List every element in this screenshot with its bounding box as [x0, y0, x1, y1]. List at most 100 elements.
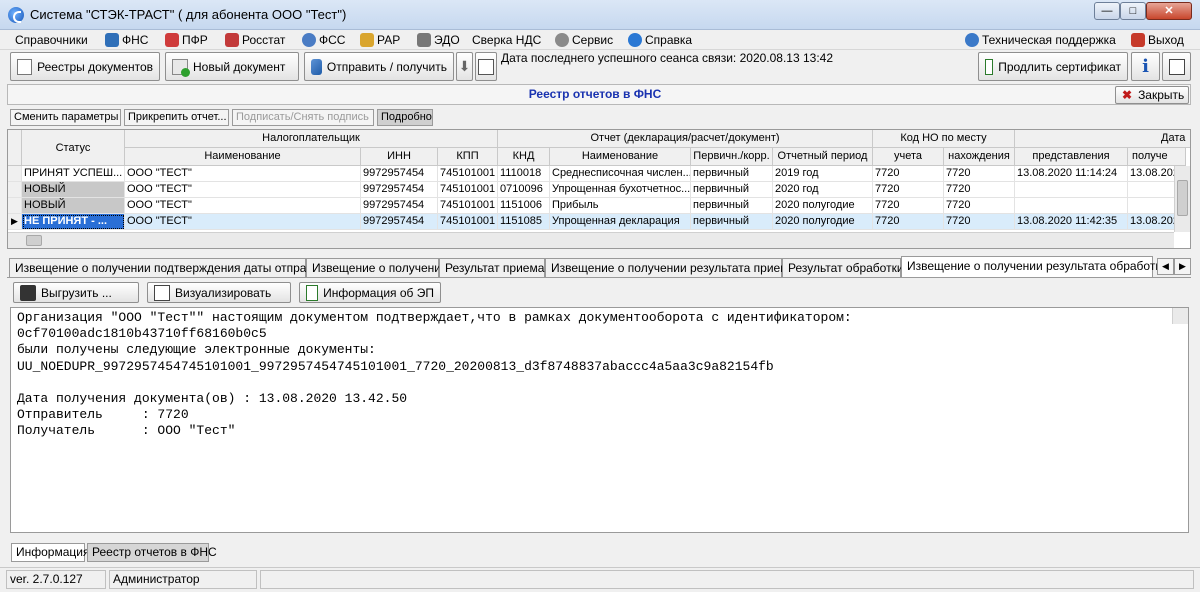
tab-processing-result[interactable]: Результат обработки — [782, 258, 904, 277]
gear-icon — [555, 33, 569, 47]
menu-spravka[interactable]: Справка — [628, 32, 692, 48]
last-session-text: Дата последнего успешного сеанса связи: … — [501, 51, 834, 65]
menu-tech-support[interactable]: Техническая поддержка — [965, 32, 1116, 48]
document-info-button[interactable] — [1162, 52, 1191, 81]
group-taxpayer: Налогоплательщик — [125, 130, 498, 148]
code-accounting-cell: 7720 — [873, 214, 944, 230]
report-name-cell: Среднесписочная числен... — [550, 166, 691, 182]
change-params-button[interactable]: Сменить параметры — [10, 109, 121, 126]
edo-icon — [417, 33, 431, 47]
inn-cell: 9972957454 — [361, 166, 438, 182]
menu-fss[interactable]: ФСС — [302, 32, 345, 48]
group-date: Дата — [1015, 130, 1190, 148]
group-report: Отчет (декларация/расчет/документ) — [498, 130, 873, 148]
inn-cell: 9972957454 — [361, 182, 438, 198]
tab-prev-button[interactable]: ◀ — [1157, 258, 1174, 275]
pfr-icon — [165, 33, 179, 47]
bottom-tab-info[interactable]: Информация — [11, 543, 89, 562]
rar-icon — [360, 33, 374, 47]
col-status[interactable]: Статус — [22, 130, 125, 166]
sync-icon — [311, 58, 322, 75]
grid-horizontal-scrollbar[interactable] — [8, 232, 1174, 248]
date-submitted-cell — [1015, 198, 1128, 214]
menu-servis[interactable]: Сервис — [555, 32, 613, 48]
bottom-tab-fns-registry[interactable]: Реестр отчетов в ФНС — [87, 543, 217, 562]
grid-vertical-scrollbar[interactable] — [1174, 166, 1190, 232]
menu-rar[interactable]: РАР — [360, 32, 400, 48]
scroll-thumb[interactable] — [1177, 180, 1188, 216]
tab-date-confirmation-notice[interactable]: Извещение о получении подтверждения даты… — [9, 258, 325, 277]
col-inn[interactable]: ИНН — [361, 148, 438, 166]
panel-title: Реестр отчетов в ФНС — [528, 87, 662, 101]
menu-edo[interactable]: ЭДО — [417, 32, 460, 48]
row-indicator-header — [8, 130, 22, 166]
menu-pfr[interactable]: ПФР — [165, 32, 208, 48]
col-taxpayer-name[interactable]: Наименование — [125, 148, 361, 166]
details-toggle-button[interactable]: Подробно — [377, 109, 433, 126]
reports-grid[interactable]: Статус Налогоплательщик Отчет (деклараци… — [7, 129, 1191, 249]
title-bar[interactable]: Система "СТЭК-ТРАСТ" ( для абонента ООО … — [0, 0, 1200, 30]
help-icon — [628, 33, 642, 47]
knd-cell: 1151006 — [498, 198, 550, 214]
tab-processing-result-notice[interactable]: Извещение о получении результата обработ… — [901, 256, 1167, 278]
col-date-received[interactable]: получе — [1128, 148, 1186, 166]
maximize-button[interactable]: □ — [1120, 2, 1146, 20]
menu-spravochniki[interactable]: Справочники — [15, 32, 88, 48]
period-cell: 2020 год — [773, 182, 873, 198]
tab-receipt-notice[interactable]: Извещение о получении — [306, 258, 448, 277]
status-panel-empty — [260, 570, 1194, 589]
kpp-cell: 745101001 — [438, 198, 498, 214]
menu-sverka-nds[interactable]: Сверка НДС — [472, 32, 541, 48]
tab-acceptance-result-notice[interactable]: Извещение о получении результата приема — [545, 258, 795, 277]
send-receive-button[interactable]: Отправить / получить — [304, 52, 454, 81]
export-button[interactable]: Выгрузить ... — [13, 282, 139, 303]
col-primary-corr[interactable]: Первичн./корр. — [691, 148, 773, 166]
close-panel-button[interactable]: ✖ Закрыть — [1115, 86, 1189, 104]
registries-button[interactable]: Реестры документов — [10, 52, 160, 81]
close-icon: ✖ — [1122, 88, 1133, 102]
tab-next-button[interactable]: ▶ — [1174, 258, 1191, 275]
attach-report-button[interactable]: Прикрепить отчет... — [124, 109, 229, 126]
notice-scrollbar[interactable] — [1172, 308, 1188, 325]
col-knd[interactable]: КНД — [498, 148, 550, 166]
info-icon: i — [1142, 56, 1149, 77]
import-button[interactable] — [475, 52, 497, 81]
new-document-button[interactable]: Новый документ — [165, 52, 299, 81]
visualize-button[interactable]: Визуализировать — [147, 282, 291, 303]
extend-certificate-button[interactable]: Продлить сертификат — [978, 52, 1128, 81]
notice-line: 0cf70100adc1810b43710ff68160b0c5 — [17, 326, 267, 342]
save-icon — [20, 284, 36, 301]
code-accounting-cell: 7720 — [873, 198, 944, 214]
col-kpp[interactable]: КПП — [438, 148, 498, 166]
col-code-accounting[interactable]: учета — [873, 148, 944, 166]
notice-line: Организация "ООО "Тест"" настоящим докум… — [17, 310, 852, 325]
notice-text-area[interactable]: Организация "ООО "Тест"" настоящим докум… — [10, 307, 1189, 533]
info-button[interactable]: i — [1131, 52, 1160, 81]
col-period[interactable]: Отчетный период — [773, 148, 873, 166]
code-location-cell: 7720 — [944, 198, 1015, 214]
current-row-arrow-icon: ▶ — [8, 214, 22, 230]
download-arrow-button[interactable]: ⬇ — [456, 52, 473, 81]
col-date-submitted[interactable]: представления — [1015, 148, 1128, 166]
close-window-button[interactable]: ✕ — [1146, 2, 1192, 20]
col-report-name[interactable]: Наименование — [550, 148, 691, 166]
knd-cell: 1110018 — [498, 166, 550, 182]
report-name-cell: Упрощенная декларация — [550, 214, 691, 230]
menu-exit[interactable]: Выход — [1131, 32, 1184, 48]
sign-button[interactable]: Подписать/Снять подпись — [232, 109, 374, 126]
tab-acceptance-result[interactable]: Результат приема — [439, 258, 545, 277]
col-code-location[interactable]: нахождения — [944, 148, 1015, 166]
certificate-icon — [985, 58, 994, 75]
minimize-button[interactable]: — — [1094, 2, 1120, 20]
primary-cell: первичный — [691, 214, 773, 230]
signature-info-button[interactable]: Информация об ЭП — [299, 282, 441, 303]
import-icon — [478, 58, 494, 75]
exit-icon — [1131, 33, 1145, 47]
date-submitted-cell — [1015, 182, 1128, 198]
status-cell: НЕ ПРИНЯТ - ... — [22, 214, 125, 230]
knd-cell: 1151085 — [498, 214, 550, 230]
scroll-thumb[interactable] — [26, 235, 42, 246]
menu-fns[interactable]: ФНС — [105, 32, 148, 48]
row-indicator — [8, 198, 22, 214]
menu-rosstat[interactable]: Росстат — [225, 32, 285, 48]
